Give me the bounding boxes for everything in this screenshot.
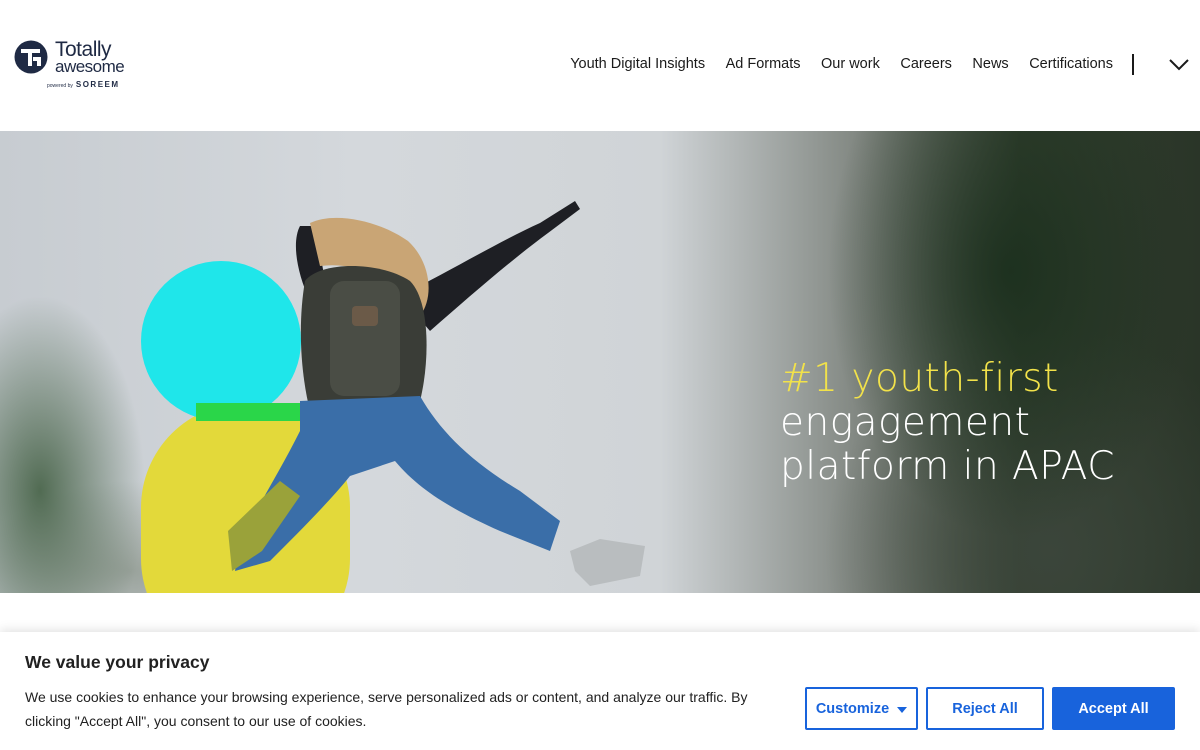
logo-mark-icon: [14, 40, 48, 74]
reject-all-button[interactable]: Reject All: [926, 687, 1044, 730]
cookie-consent-banner: We value your privacy We use cookies to …: [0, 632, 1200, 750]
main-nav: Youth Digital Insights Ad Formats Our wo…: [550, 55, 1113, 73]
logo-brand: SOREEM: [75, 80, 120, 89]
hero-headline-line1: #1 youth-first: [780, 356, 1059, 401]
logo-text-line2: awesome: [55, 57, 125, 76]
logo-powered-by: powered by SOREEM: [47, 80, 120, 89]
chevron-down-icon[interactable]: [1168, 56, 1190, 72]
nav-divider: [1132, 54, 1134, 75]
hero-headline: #1 youth-first engagement platform in AP…: [780, 357, 1115, 489]
site-header: Totally awesome powered by SOREEM Youth D…: [0, 0, 1200, 131]
nav-youth-digital-insights[interactable]: Youth Digital Insights: [570, 55, 705, 73]
nav-news[interactable]: News: [972, 55, 1008, 73]
caret-down-icon: [897, 706, 908, 713]
nav-careers[interactable]: Careers: [900, 55, 952, 73]
hero-headline-line3: platform in APAC: [780, 444, 1115, 489]
cookie-description: We use cookies to enhance your browsing …: [25, 689, 748, 729]
hero-headline-line2: engagement: [780, 400, 1031, 445]
customize-button-label: Customize: [815, 700, 890, 717]
nav-our-work[interactable]: Our work: [821, 55, 880, 73]
hero-banner: #1 youth-first engagement platform in AP…: [0, 131, 1200, 593]
nav-ad-formats[interactable]: Ad Formats: [726, 55, 801, 73]
accept-all-button[interactable]: Accept All: [1052, 687, 1175, 730]
logo[interactable]: Totally awesome powered by SOREEM: [14, 38, 134, 90]
nav-certifications[interactable]: Certifications: [1029, 55, 1113, 73]
logo-powered-label: powered by: [47, 83, 73, 89]
customize-button[interactable]: Customize: [805, 687, 918, 730]
cookie-title: We value your privacy: [25, 652, 210, 672]
